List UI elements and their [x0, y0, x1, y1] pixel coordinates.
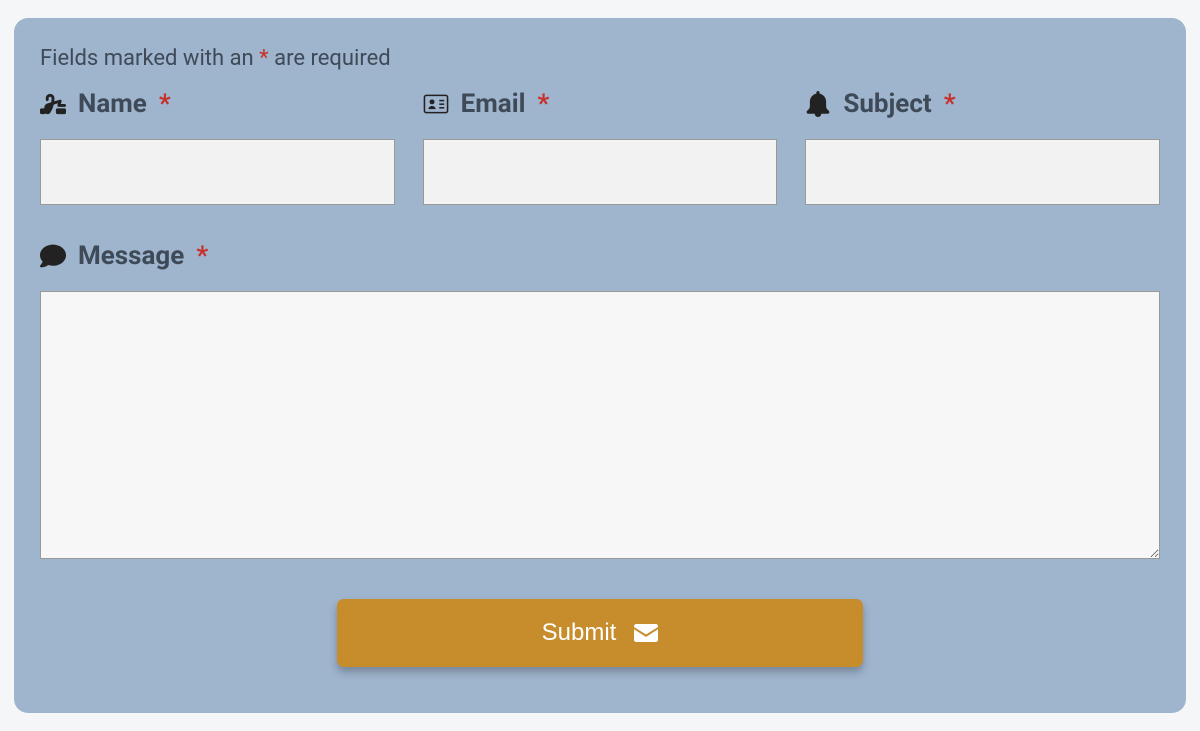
subject-input[interactable]	[805, 139, 1160, 205]
note-suffix: are required	[269, 46, 391, 71]
email-input[interactable]	[423, 139, 778, 205]
address-card-icon	[423, 91, 449, 117]
subject-label-text: Subject	[843, 89, 931, 119]
name-label-text: Name	[78, 89, 147, 119]
contact-form-panel: Fields marked with an * are required Nam…	[14, 18, 1186, 713]
email-label-text: Email	[461, 89, 526, 119]
message-label-text: Message	[78, 241, 184, 271]
email-field-block: Email *	[423, 89, 778, 205]
subject-field-block: Subject *	[805, 89, 1160, 205]
submit-button-label: Submit	[542, 619, 617, 647]
comment-icon	[40, 243, 66, 269]
name-input[interactable]	[40, 139, 395, 205]
subject-required-marker: *	[944, 89, 956, 119]
subject-label: Subject *	[805, 89, 1160, 119]
submit-button[interactable]: Submit	[337, 599, 863, 667]
name-label: Name *	[40, 89, 395, 119]
message-field-block: Message *	[40, 241, 1160, 563]
bell-icon	[805, 91, 831, 117]
required-fields-note: Fields marked with an * are required	[40, 46, 1160, 71]
email-label: Email *	[423, 89, 778, 119]
note-prefix: Fields marked with an	[40, 46, 259, 71]
envelope-icon	[634, 624, 658, 642]
signature-icon	[40, 91, 66, 117]
top-fields-row: Name * Email * Subject *	[40, 89, 1160, 205]
message-textarea[interactable]	[40, 291, 1160, 559]
message-required-marker: *	[196, 241, 208, 271]
note-asterisk: *	[259, 46, 268, 71]
name-field-block: Name *	[40, 89, 395, 205]
submit-row: Submit	[40, 599, 1160, 667]
message-label: Message *	[40, 241, 1160, 271]
email-required-marker: *	[537, 89, 549, 119]
name-required-marker: *	[159, 89, 171, 119]
